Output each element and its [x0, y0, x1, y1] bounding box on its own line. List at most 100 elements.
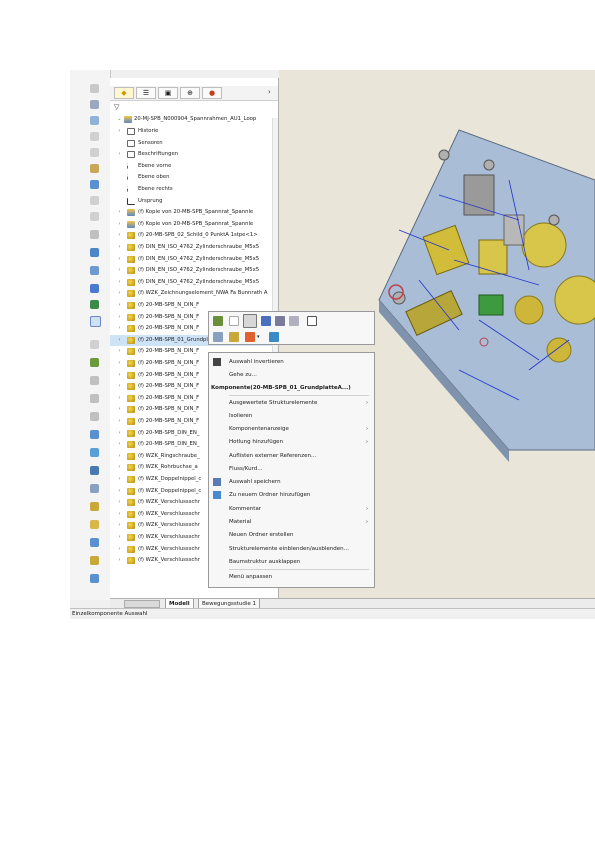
toolbar-icon-26[interactable]	[90, 520, 99, 529]
toolbar-icon-22[interactable]	[90, 448, 99, 457]
tree-item[interactable]: Sensoren	[110, 138, 278, 149]
toolbar-icon-17[interactable]	[90, 358, 99, 367]
menu-item-zu-neuem-ordner-hinzufügen[interactable]: Zu neuem Ordner hinzufügen	[209, 489, 374, 501]
toolbar-icon-15[interactable]	[90, 316, 101, 327]
expand-icon[interactable]: ›	[117, 451, 122, 462]
expand-icon[interactable]: ›	[117, 532, 122, 543]
expand-icon[interactable]: ›	[117, 207, 122, 218]
appearance-icon[interactable]	[275, 316, 285, 326]
expand-icon[interactable]: ›	[117, 509, 122, 520]
expand-icon[interactable]: ›	[117, 428, 122, 439]
expand-icon[interactable]: ›	[117, 288, 122, 299]
expand-icon[interactable]: ›	[117, 265, 122, 276]
rebuild-icon[interactable]	[261, 316, 271, 326]
property-manager-tab-icon[interactable]: ☰	[136, 87, 156, 99]
toolbar-icon-29[interactable]	[90, 574, 99, 583]
menu-item-fluss-kurd[interactable]: Fluss/Kurd...	[209, 463, 374, 475]
toolbar-icon-21[interactable]	[90, 430, 99, 439]
toolbar-icon-9[interactable]	[90, 212, 99, 221]
tree-item[interactable]: › (f) WZK_Zeichnungselement_NWA Fa Bunnra…	[110, 288, 278, 299]
expand-icon[interactable]: ›	[117, 323, 122, 334]
tree-item[interactable]: › (f) 20-MB-SPB_02_Schild_0 PunktA 1stpe<…	[110, 230, 278, 241]
tree-item[interactable]: › (f) DIN_EN_ISO_4762_Zylinderschraube_M5…	[110, 265, 278, 276]
expand-icon[interactable]: ›	[117, 126, 122, 137]
expand-icon[interactable]: ›	[117, 520, 122, 531]
color-icon[interactable]	[245, 332, 255, 342]
menu-item-ausgewertete-strukturelemente[interactable]: Ausgewertete Strukturelemente ›	[209, 397, 374, 409]
toolbar-icon-14[interactable]	[90, 300, 99, 309]
menu-item-auswahl-invertieren[interactable]: Auswahl invertieren	[209, 356, 374, 368]
toolbar-icon-4[interactable]	[90, 132, 99, 141]
menu-item-neuen-ordner-erstellen[interactable]: Neuen Ordner erstellen	[209, 529, 374, 541]
expand-icon[interactable]: ›	[117, 393, 122, 404]
hide-icon[interactable]	[229, 316, 239, 326]
toolbar-icon-20[interactable]	[90, 412, 99, 421]
tree-item[interactable]: Ursprung	[110, 196, 278, 207]
menu-item-komponentenanzeige[interactable]: Komponentenanzeige ›	[209, 423, 374, 435]
toolbar-icon-3[interactable]	[90, 116, 99, 125]
tree-item[interactable]: Ebene vorne	[110, 161, 278, 172]
dimxpert-tab-icon[interactable]: ⊕	[180, 87, 200, 99]
expand-icon[interactable]: ›	[117, 439, 122, 450]
expand-icon[interactable]: ›	[117, 300, 122, 311]
tree-item[interactable]: › (f) 20-MB-SPB_N_DIN_F	[110, 300, 278, 311]
menu-item-menü-anpassen[interactable]: Menü anpassen	[209, 571, 374, 583]
context-menu-title[interactable]: Komponente(20-MB-SPB_01_GrundplatteA...)	[209, 382, 374, 394]
expand-icon[interactable]: ›	[117, 370, 122, 381]
toolbar-icon-24[interactable]	[90, 484, 99, 493]
toolbar-icon-28[interactable]	[90, 556, 99, 565]
menu-item-strukturelemente-einblenden-ausblenden[interactable]: Strukturelemente einblenden/ausblenden..…	[209, 543, 374, 555]
tabs-scroll-right-icon[interactable]: ›	[268, 88, 271, 96]
display-states-icon[interactable]	[269, 332, 279, 342]
toolbar-icon-13[interactable]	[90, 284, 99, 293]
toolbar-icon-2[interactable]	[90, 100, 99, 109]
tree-item[interactable]: Ebene rechts	[110, 184, 278, 195]
expand-icon[interactable]: ›	[117, 404, 122, 415]
menu-item-hotlung-hinzufügen[interactable]: Hotlung hinzufügen ›	[209, 436, 374, 448]
dropdown-arrow-icon[interactable]: ▾	[257, 334, 263, 340]
expand-icon[interactable]: ›	[117, 497, 122, 508]
tree-item[interactable]: › Historie	[110, 126, 278, 137]
filter-icon[interactable]: ▽	[114, 103, 119, 111]
menu-item-material[interactable]: Material ›	[209, 516, 374, 528]
toolbar-icon-25[interactable]	[90, 502, 99, 511]
tree-item[interactable]: Ebene oben	[110, 172, 278, 183]
expand-icon[interactable]: ›	[117, 474, 122, 485]
expand-icon[interactable]: ›	[117, 254, 122, 265]
expand-icon[interactable]: ›	[117, 219, 122, 230]
toolbar-icon-6[interactable]	[90, 164, 99, 173]
tree-item[interactable]: › (f) Kopie von 20-MB-SPB_Spannrat_Spannl…	[110, 219, 278, 230]
toolbar-icon-11[interactable]	[90, 248, 99, 257]
expand-icon[interactable]: ›	[117, 335, 122, 346]
tree-item[interactable]: › (f) DIN_EN_ISO_4762_Zylinderschraube_M5…	[110, 242, 278, 253]
properties-icon[interactable]	[307, 316, 317, 326]
menu-item-gehe-zu[interactable]: Gehe zu...	[209, 369, 374, 381]
menu-item-baumstruktur-ausklappen[interactable]: Baumstruktur ausklappen	[209, 556, 374, 568]
toolbar-icon-7[interactable]	[90, 180, 99, 189]
expand-icon[interactable]: ›	[117, 358, 122, 369]
expand-icon[interactable]: ›	[117, 346, 122, 357]
menu-item-auflisten-externer-referenzen[interactable]: Auflisten externer Referenzen...	[209, 450, 374, 462]
tree-item[interactable]: › (f) DIN_EN_ISO_4762_Zylinderschraube_M5…	[110, 254, 278, 265]
configuration-manager-tab-icon[interactable]: ▣	[158, 87, 178, 99]
expand-icon[interactable]: ›	[117, 242, 122, 253]
menu-item-auswahl-speichern[interactable]: Auswahl speichern	[209, 476, 374, 488]
toolbar-icon-1[interactable]	[90, 84, 99, 93]
toolbar-icon-23[interactable]	[90, 466, 99, 475]
expand-icon[interactable]: ›	[117, 230, 122, 241]
expand-icon[interactable]: ›	[117, 312, 122, 323]
menu-item-isolieren[interactable]: Isolieren	[209, 410, 374, 422]
toolbar-icon-10[interactable]	[90, 230, 99, 239]
edit-component-icon[interactable]	[213, 316, 223, 326]
view-orientation-icon[interactable]	[229, 332, 239, 342]
expand-icon[interactable]: ›	[117, 555, 122, 566]
menu-item-kommentar[interactable]: Kommentar ›	[209, 503, 374, 515]
collapse-icon[interactable]: ⌄	[117, 114, 122, 125]
expand-icon[interactable]: ›	[117, 544, 122, 555]
expand-icon[interactable]: ›	[117, 381, 122, 392]
tree-item[interactable]: › Beschriftungen	[110, 149, 278, 160]
toolbar-icon-16[interactable]	[90, 340, 99, 349]
tree-item[interactable]: › (f) DIN_EN_ISO_4762_Zylinderschraube_M5…	[110, 277, 278, 288]
toolbar-icon-27[interactable]	[90, 538, 99, 547]
toolbar-icon-5[interactable]	[90, 148, 99, 157]
